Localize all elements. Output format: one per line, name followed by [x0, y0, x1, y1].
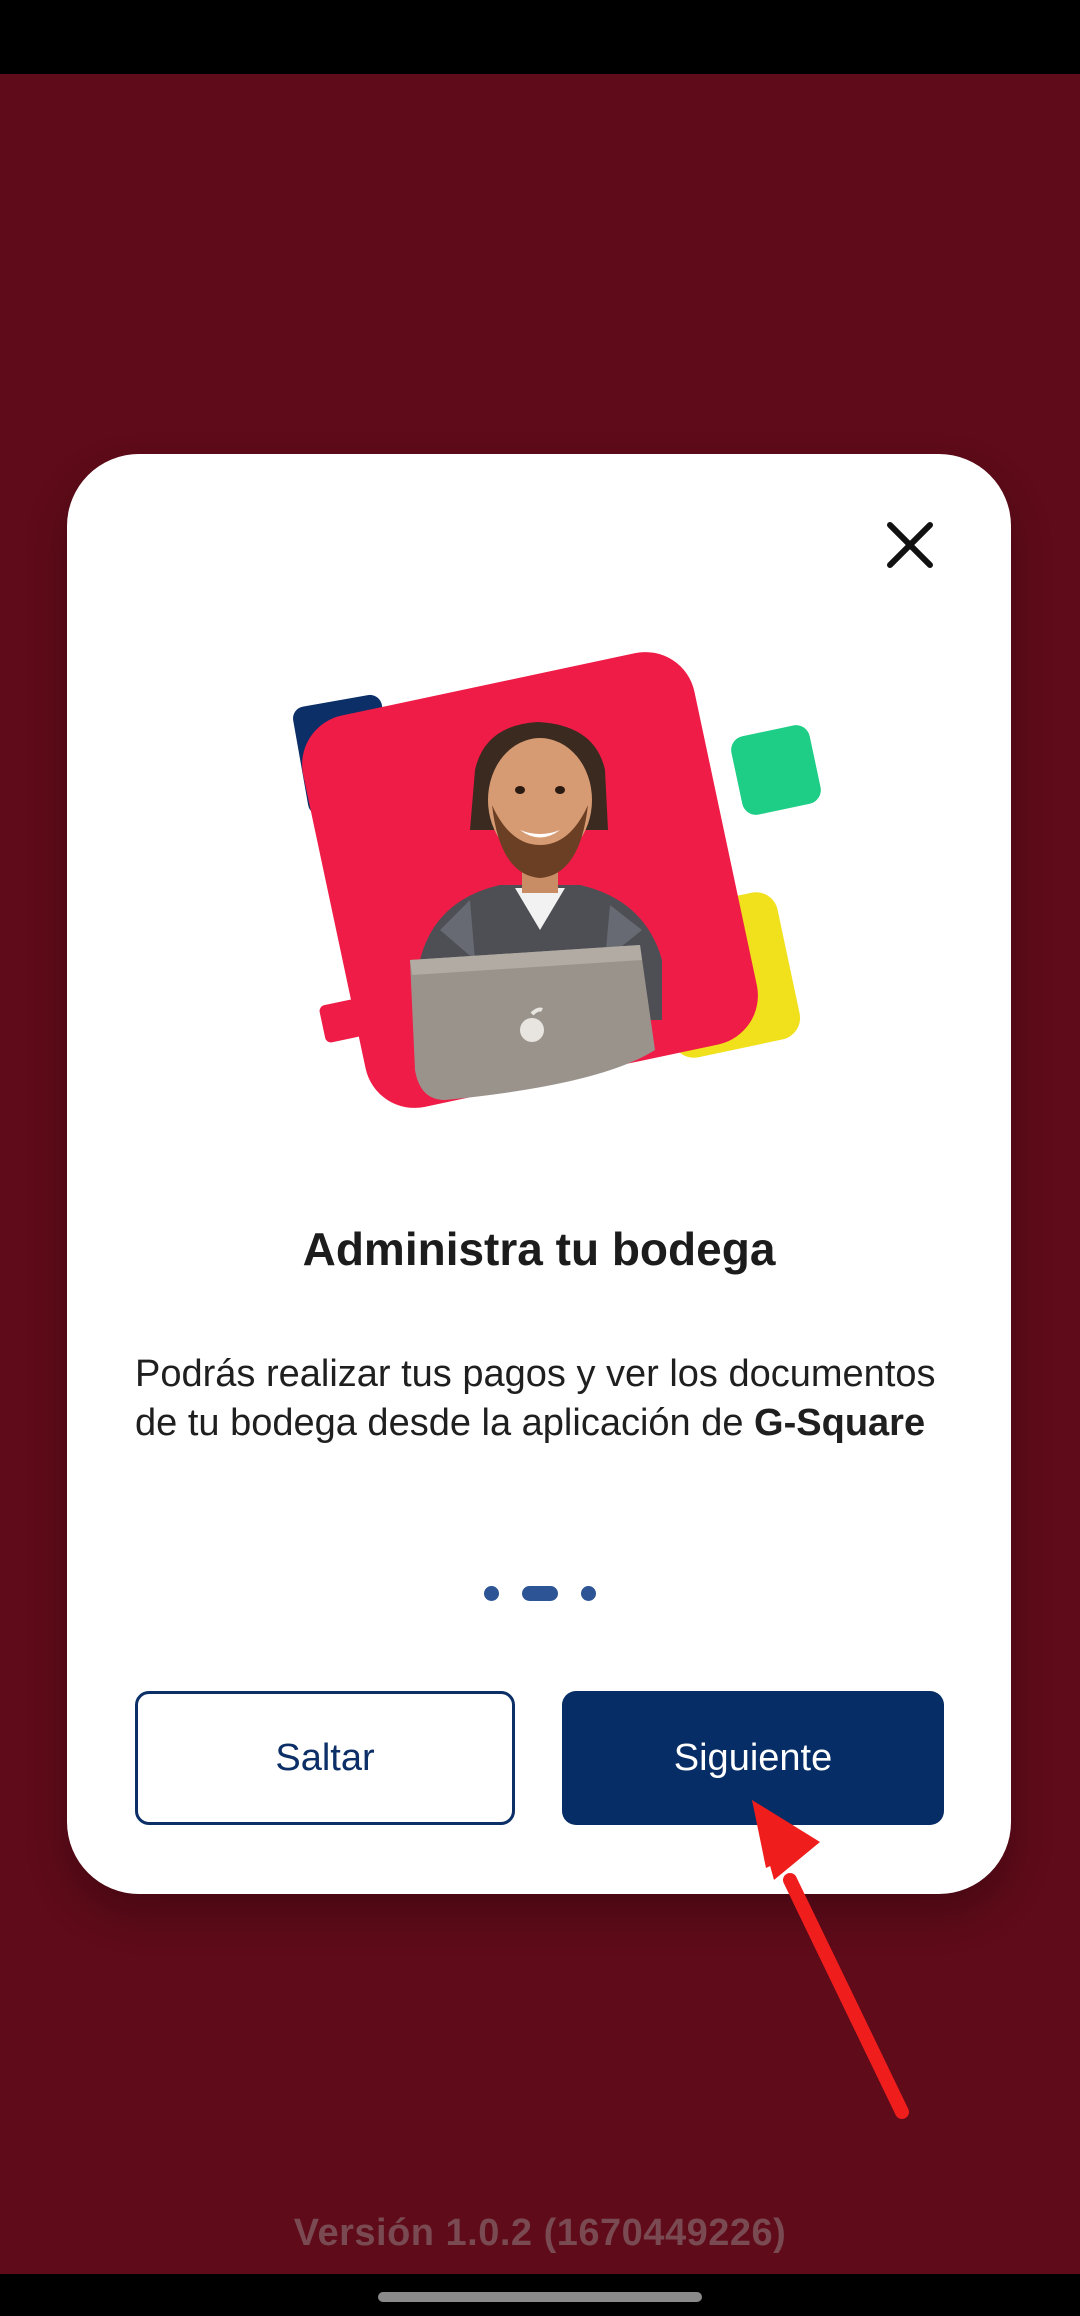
brand-name: G-Square [754, 1402, 926, 1444]
page-dot-2-active [522, 1586, 558, 1601]
status-bar [0, 0, 1080, 74]
next-button[interactable]: Siguiente [562, 1691, 944, 1825]
app-version-label: Versión 1.0.2 (1670449226) [293, 2212, 787, 2254]
page-indicator [484, 1586, 596, 1602]
close-button[interactable] [860, 495, 960, 595]
dialog-title: Administra tu bodega [302, 1223, 776, 1275]
page-dot-3 [581, 1586, 596, 1601]
green-square-shape [731, 725, 821, 815]
page-dot-1 [484, 1586, 499, 1601]
dialog-description: Podrás realizar tus pagos y ver los docu… [135, 1350, 955, 1448]
home-gesture-handle[interactable] [378, 2292, 702, 2302]
close-icon [887, 522, 933, 568]
skip-button[interactable]: Saltar [135, 1691, 515, 1825]
onboarding-illustration [293, 652, 821, 1108]
